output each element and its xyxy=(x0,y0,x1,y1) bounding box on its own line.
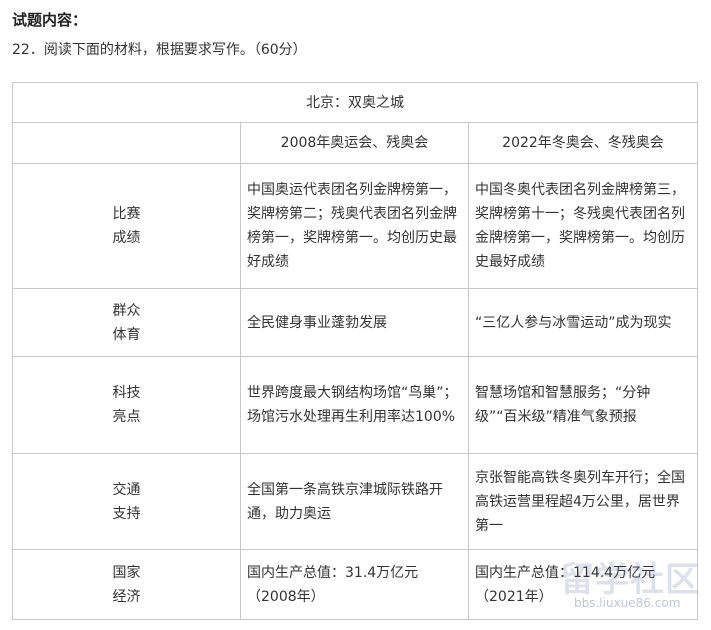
table-row: 群众 体育 全民健身事业蓬勃发展 “三亿人参与冰雪运动”成为现实 xyxy=(12,288,698,357)
row-label-line: 比赛 xyxy=(112,206,141,222)
cell-2008: 中国奥运代表团名列金牌榜第一，奖牌榜第二；残奥代表团名列金牌榜第一，奖牌榜第一。… xyxy=(240,163,469,289)
page: 试题内容： 22．阅读下面的材料，根据要求写作。（60分） 北京：双奥之城 20… xyxy=(0,0,711,630)
row-label-line: 国家 xyxy=(112,564,141,581)
table-header-row: 2008年奥运会、残奥会 2022年冬奥会、冬残奥会 xyxy=(12,122,698,164)
cell-2008: 世界跨度最大钢结构场馆“鸟巢”；场馆污水处理再生利用率达100% xyxy=(240,356,469,454)
table-title: 北京：双奥之城 xyxy=(12,82,698,123)
row-label-line: 群众 xyxy=(112,302,141,319)
cell-2022: 国内生产总值：114.4万亿元（2021年） xyxy=(468,549,698,620)
cell-2022: 中国冬奥代表团名列金牌榜第三，奖牌榜第十一；冬残奥代表团名列金牌榜第一，奖牌榜第… xyxy=(468,163,698,289)
material-table: 北京：双奥之城 2008年奥运会、残奥会 2022年冬奥会、冬残奥会 比赛 成绩… xyxy=(12,82,698,620)
table-row: 国家 经济 国内生产总值：31.4万亿元（2008年） 国内生产总值：114.4… xyxy=(12,549,698,620)
cell-2008: 国内生产总值：31.4万亿元（2008年） xyxy=(240,549,469,620)
header-2008: 2008年奥运会、残奥会 xyxy=(240,122,469,164)
cell-2022: 京张智能高铁冬奥列车开行；全国高铁运营里程超4万公里，居世界第一 xyxy=(468,453,698,550)
row-label-line: 交通 xyxy=(112,481,141,498)
row-label: 科技 亮点 xyxy=(12,356,241,454)
cell-2022: 智慧场馆和智慧服务；“分钟级”“百米级”精准气象预报 xyxy=(468,356,698,454)
header-empty-cell xyxy=(12,122,241,164)
cell-2008: 全民健身事业蓬勃发展 xyxy=(240,288,469,357)
row-label-line: 科技 xyxy=(112,385,141,401)
row-label: 交通 支持 xyxy=(12,453,241,550)
row-label-line: 体育 xyxy=(112,326,141,343)
question-prompt: 22．阅读下面的材料，根据要求写作。（60分） xyxy=(12,42,307,58)
table-row: 科技 亮点 世界跨度最大钢结构场馆“鸟巢”；场馆污水处理再生利用率达100% 智… xyxy=(12,356,698,454)
header-2022: 2022年冬奥会、冬残奥会 xyxy=(468,122,698,164)
table-title-row: 北京：双奥之城 xyxy=(12,82,698,123)
table-row: 比赛 成绩 中国奥运代表团名列金牌榜第一，奖牌榜第二；残奥代表团名列金牌榜第一，… xyxy=(12,163,698,289)
row-label: 比赛 成绩 xyxy=(12,163,241,289)
row-label-line: 经济 xyxy=(112,588,141,605)
row-label-line: 成绩 xyxy=(112,230,141,246)
cell-2008: 全国第一条高铁京津城际铁路开通，助力奥运 xyxy=(240,453,469,550)
section-heading: 试题内容： xyxy=(12,11,88,29)
row-label: 群众 体育 xyxy=(12,288,241,357)
row-label-line: 支持 xyxy=(112,505,141,522)
table-row: 交通 支持 全国第一条高铁京津城际铁路开通，助力奥运 京张智能高铁冬奥列车开行；… xyxy=(12,453,698,550)
cell-2022: “三亿人参与冰雪运动”成为现实 xyxy=(468,288,698,357)
row-label-line: 亮点 xyxy=(112,409,141,425)
row-label: 国家 经济 xyxy=(12,549,241,620)
